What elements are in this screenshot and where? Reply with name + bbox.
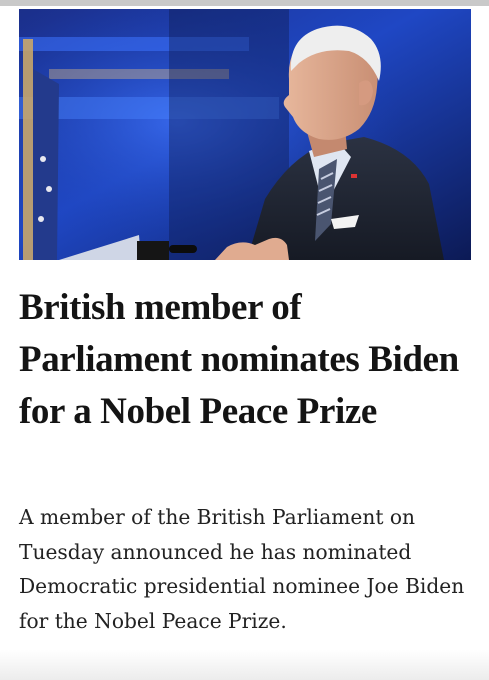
- bottom-edge: [0, 650, 489, 680]
- article-photo: [19, 9, 471, 260]
- article-headline[interactable]: British member of Parliament nominates B…: [19, 282, 474, 438]
- article-summary: A member of the British Parliament on Tu…: [19, 505, 465, 633]
- top-divider: [0, 0, 489, 6]
